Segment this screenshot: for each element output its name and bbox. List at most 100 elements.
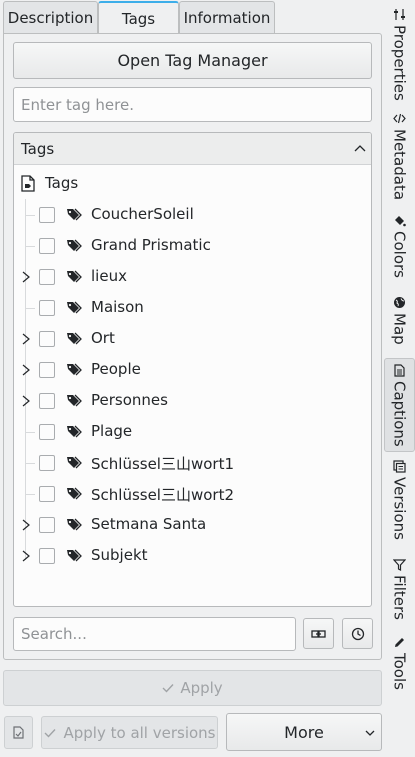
recent-tags-button[interactable]	[342, 618, 373, 649]
filter-icon	[393, 559, 406, 571]
clock-icon	[351, 627, 364, 640]
tag-icon	[67, 270, 82, 283]
tab-label: Information	[183, 8, 271, 27]
tab-description[interactable]: Description	[3, 1, 98, 33]
tag-label: Ort	[91, 329, 115, 347]
sidebar-label: Metadata	[390, 129, 409, 201]
tree-row[interactable]: Plage	[14, 417, 371, 448]
sidebar-label: Versions	[390, 477, 409, 540]
tree-row[interactable]: Ort	[14, 324, 371, 355]
tag-label: Personnes	[91, 391, 168, 409]
tag-label: Maison	[91, 298, 144, 316]
tree-connector	[26, 215, 35, 216]
tree-row[interactable]: Schlüssel三山wort2	[14, 479, 371, 510]
tab-information[interactable]: Information	[179, 1, 275, 33]
tag-checkbox[interactable]	[39, 362, 55, 378]
tag-checkbox[interactable]	[39, 548, 55, 564]
tag-label: People	[91, 360, 141, 378]
chevron-right-icon[interactable]	[21, 364, 31, 376]
tree-row[interactable]: Schlüssel三山wort1	[14, 448, 371, 479]
apply-button[interactable]: Apply	[3, 670, 382, 706]
tag-checkbox[interactable]	[39, 207, 55, 223]
sidebar-label: Captions	[390, 381, 409, 447]
tree-row[interactable]: Personnes	[14, 386, 371, 417]
sidebar-tab-captions[interactable]: Captions	[384, 358, 415, 452]
tag-checkbox[interactable]	[39, 238, 55, 254]
sidebar-label: Map	[390, 313, 409, 345]
chevron-right-icon[interactable]	[21, 395, 31, 407]
sidebar-tab-filters[interactable]: Filters	[384, 558, 415, 628]
open-tag-manager-button[interactable]: Open Tag Manager	[13, 42, 372, 79]
tree-header[interactable]: Tags	[14, 133, 371, 165]
sidebar-tab-colors[interactable]: Colors	[384, 214, 415, 290]
tree-row[interactable]: Grand Prismatic	[14, 231, 371, 262]
pencil-icon	[395, 638, 404, 647]
sidebar-tab-metadata[interactable]: Metadata	[384, 112, 415, 206]
tag-icon	[67, 518, 82, 531]
tag-label: Schlüssel三山wort2	[91, 486, 235, 504]
chevron-right-icon[interactable]	[21, 519, 31, 531]
tag-icon	[67, 301, 82, 314]
apply-label: Apply	[180, 679, 223, 697]
tag-checkbox[interactable]	[39, 424, 55, 440]
tab-label: Tags	[121, 9, 156, 28]
chevron-right-icon[interactable]	[21, 550, 31, 562]
tag-input-placeholder: Enter tag here.	[21, 95, 134, 114]
tag-icon	[67, 394, 82, 407]
tree-row[interactable]: Maison	[14, 293, 371, 324]
sidebar-label: Filters	[390, 575, 409, 620]
tag-tree[interactable]: Tags Tags CoucherSoleil Grand Prismatic li…	[13, 132, 372, 607]
tag-label: lieux	[91, 267, 127, 285]
tree-header-label: Tags	[21, 139, 55, 158]
tag-search-placeholder: Search...	[21, 625, 87, 643]
tag-icon	[67, 487, 82, 500]
tree-row[interactable]: Setmana Santa	[14, 510, 371, 541]
sidebar-label: Colors	[390, 231, 409, 278]
tag-checkbox[interactable]	[39, 393, 55, 409]
tag-checkbox[interactable]	[39, 517, 55, 533]
tree-row[interactable]: People	[14, 355, 371, 386]
tree-row[interactable]: Subjekt	[14, 541, 371, 572]
tag-icon	[67, 332, 82, 345]
more-label: More	[284, 722, 324, 742]
open-tag-manager-label: Open Tag Manager	[117, 51, 268, 70]
sidebar-tab-map[interactable]: Map	[384, 296, 415, 354]
tag-checkbox[interactable]	[39, 331, 55, 347]
chevron-right-icon[interactable]	[21, 271, 31, 283]
tree-connector	[26, 463, 35, 464]
tag-icon	[67, 239, 82, 252]
chevron-up-icon[interactable]	[354, 144, 366, 152]
tree-row[interactable]: CoucherSoleil	[14, 200, 371, 231]
chevron-right-icon[interactable]	[21, 333, 31, 345]
more-dropdown[interactable]: More	[226, 713, 382, 751]
globe-icon	[394, 297, 405, 308]
tree-row[interactable]: lieux	[14, 262, 371, 293]
versions-icon	[393, 460, 406, 473]
tab-tags[interactable]: Tags	[98, 1, 179, 34]
tag-input[interactable]: Enter tag here.	[13, 87, 372, 122]
tag-label: Setmana Santa	[91, 515, 207, 533]
sidebar-tab-properties[interactable]: Properties	[384, 8, 415, 106]
tree-root-row[interactable]: Tags	[14, 169, 371, 200]
tag-checkbox[interactable]	[39, 486, 55, 502]
tag-checkbox[interactable]	[39, 269, 55, 285]
tag-label: Subjekt	[91, 546, 148, 564]
sidebar-tab-versions[interactable]: Versions	[384, 460, 415, 554]
tag-checkbox[interactable]	[39, 300, 55, 316]
tag-label: Plage	[91, 422, 133, 440]
tag-icon	[67, 425, 82, 438]
tag-search-input[interactable]: Search...	[13, 617, 296, 651]
tree-connector	[26, 246, 35, 247]
tag-checkbox[interactable]	[39, 455, 55, 471]
tree-connector	[26, 494, 35, 495]
sidebar-label: Tools	[390, 653, 409, 690]
tag-label: CoucherSoleil	[91, 205, 194, 223]
revert-button[interactable]	[4, 716, 33, 749]
apply-all-versions-button[interactable]: Apply to all versions	[41, 716, 218, 749]
paint-bucket-icon	[395, 216, 406, 227]
tag-document-icon	[21, 175, 35, 192]
sidebar-tab-tools[interactable]: Tools	[384, 636, 415, 702]
chevron-down-icon	[365, 730, 375, 736]
tag-icon	[67, 549, 82, 562]
link-tags-button[interactable]	[303, 618, 334, 649]
